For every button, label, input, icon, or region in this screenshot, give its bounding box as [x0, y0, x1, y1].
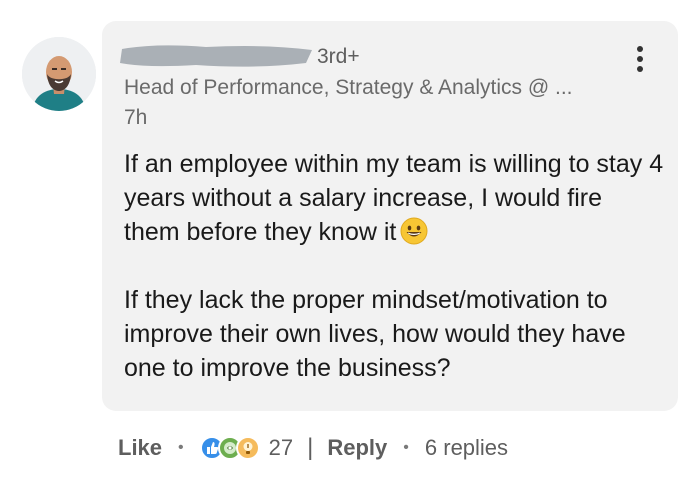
- actions-divider: |: [307, 434, 314, 461]
- redacted-author-name[interactable]: [116, 41, 316, 71]
- grinning-face-icon: [400, 217, 428, 245]
- comment-text: If an employee within my team is willing…: [124, 147, 664, 385]
- reaction-count: 27: [268, 435, 294, 460]
- replies-count-link[interactable]: 6 replies: [425, 435, 508, 461]
- comment-paragraph: If they lack the proper mindset/motivati…: [124, 286, 626, 382]
- comment-paragraph-text: If an employee within my team is willing…: [124, 150, 664, 246]
- more-vertical-icon[interactable]: [630, 43, 650, 75]
- comment-timestamp: 7h: [124, 106, 148, 129]
- connection-degree: 3rd+: [317, 45, 360, 68]
- comment-actions-bar: Like • 27 | Reply • 6 replies: [118, 430, 508, 466]
- comment-bubble: 3rd+ Head of Performance, Strategy & Ana…: [102, 21, 678, 411]
- insightful-icon: [235, 436, 260, 460]
- reply-button[interactable]: Reply: [327, 435, 387, 461]
- comment-paragraph: If an employee within my team is willing…: [124, 147, 664, 249]
- comment-container: 3rd+ Head of Performance, Strategy & Ana…: [0, 0, 700, 488]
- separator-dot: •: [403, 439, 409, 456]
- author-headline: Head of Performance, Strategy & Analytic…: [124, 76, 573, 99]
- avatar[interactable]: [22, 37, 96, 111]
- menu-dot: [637, 66, 643, 72]
- like-button[interactable]: Like: [118, 435, 162, 461]
- menu-dot: [637, 56, 643, 62]
- menu-dot: [637, 46, 643, 52]
- reactions-summary[interactable]: 27: [199, 435, 294, 461]
- separator-dot: •: [178, 439, 184, 456]
